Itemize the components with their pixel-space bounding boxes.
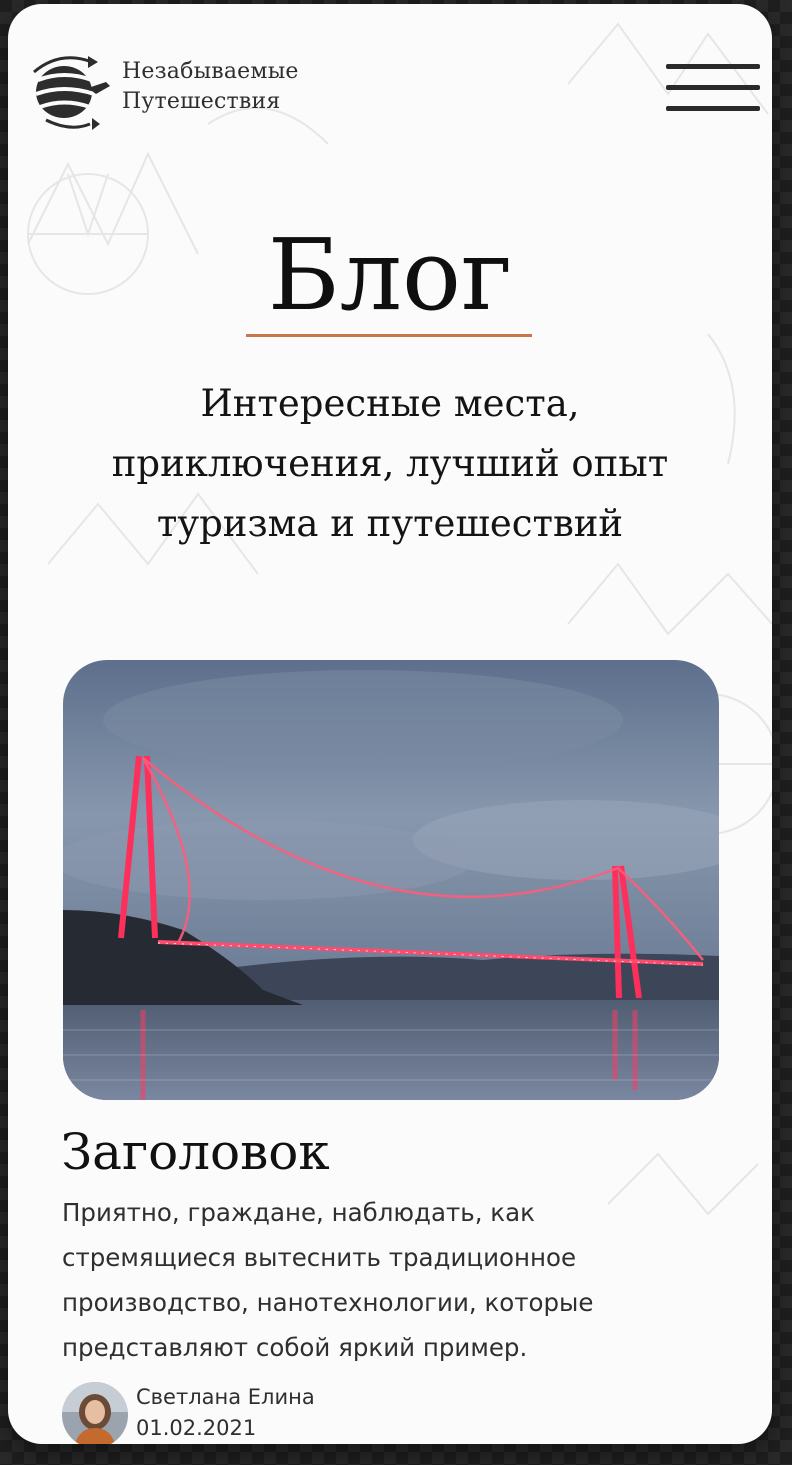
subtitle-line: туризма и путешествий — [156, 502, 624, 545]
bridge-photo — [63, 660, 719, 1100]
author-info: Светлана Елина 01.02.2021 — [136, 1382, 315, 1444]
title-underline — [246, 334, 532, 337]
phone-screen: Незабываемые Путешествия Блог Интересные… — [8, 4, 772, 1444]
excerpt-line: представляют собой яркий пример. — [62, 1333, 528, 1362]
brand-name-line1: Незабываемые — [122, 59, 299, 84]
logo[interactable]: Незабываемые Путешествия — [30, 42, 299, 132]
globe-logo-icon — [33, 56, 110, 130]
author-photo — [62, 1382, 128, 1444]
excerpt-line: производство, нанотехнологии, которые — [62, 1288, 594, 1317]
avatar[interactable] — [62, 1382, 128, 1444]
subtitle-line: приключения, лучший опыт — [111, 442, 669, 485]
site-header: Незабываемые Путешествия — [30, 42, 760, 132]
brand-name-line2: Путешествия — [122, 89, 281, 114]
page-title: Блог — [267, 219, 513, 333]
post-image[interactable] — [63, 660, 719, 1100]
author-name: Светлана Елина — [136, 1385, 315, 1409]
hamburger-menu-icon[interactable] — [666, 64, 760, 114]
excerpt-line: Приятно, граждане, наблюдать, как — [62, 1198, 535, 1227]
post-heading[interactable]: Заголовок — [61, 1119, 330, 1185]
brand-name: Незабываемые Путешествия — [122, 57, 299, 117]
excerpt-line: стремящиеся вытеснить традиционное — [62, 1243, 577, 1272]
post-author: Светлана Елина 01.02.2021 — [62, 1382, 315, 1444]
page-subtitle: Интересные места, приключения, лучший оп… — [38, 374, 742, 554]
subtitle-line: Интересные места, — [200, 382, 580, 425]
post-date: 01.02.2021 — [136, 1416, 257, 1440]
post-excerpt: Приятно, граждане, наблюдать, как стремя… — [62, 1190, 702, 1370]
